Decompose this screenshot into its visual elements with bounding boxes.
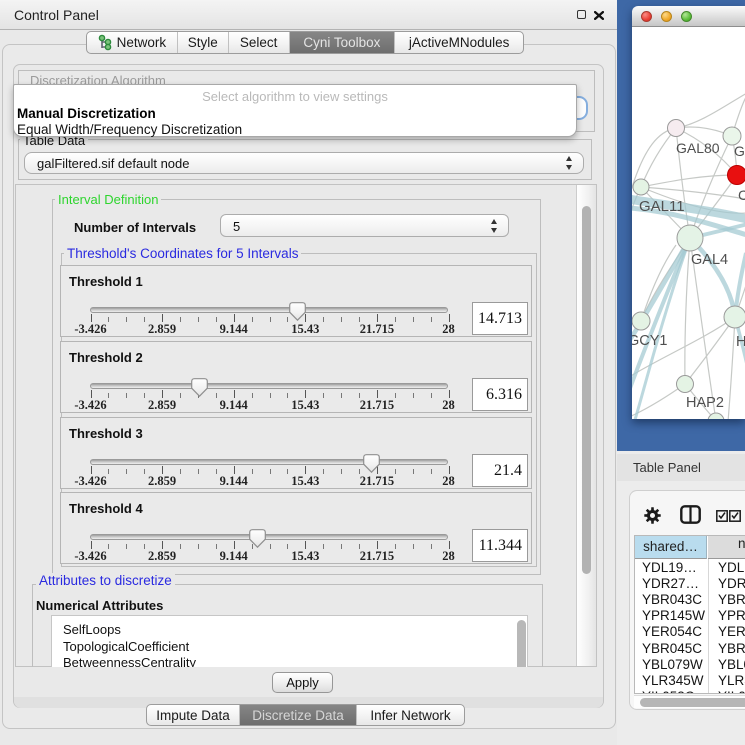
svg-text:H: H [736, 334, 745, 350]
svg-text:GAL11: GAL11 [639, 198, 685, 215]
svg-text:GCY1: GCY1 [632, 333, 668, 349]
svg-text:GAL4: GAL4 [691, 252, 728, 268]
svg-text:GA: GA [734, 143, 745, 159]
svg-text:GAL80: GAL80 [676, 140, 720, 156]
svg-text:C: C [738, 187, 745, 203]
svg-text:HAP2: HAP2 [686, 395, 724, 411]
